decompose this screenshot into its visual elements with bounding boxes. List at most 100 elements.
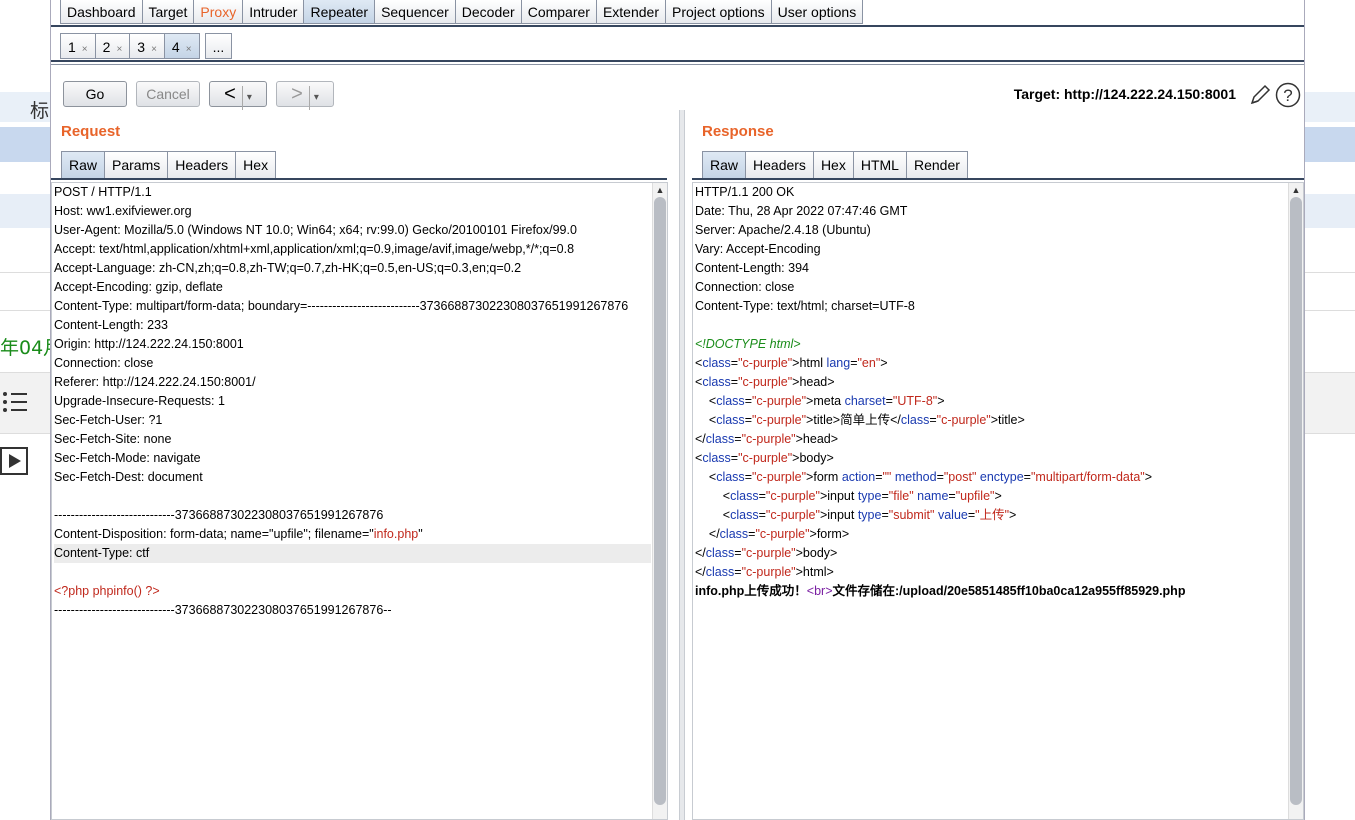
tab-comparer[interactable]: Comparer <box>520 0 597 24</box>
repeater-tab-1[interactable]: 1 × <box>60 33 96 59</box>
repeater-tab-3[interactable]: 3 × <box>129 33 165 59</box>
request-tab-raw[interactable]: Raw <box>61 151 106 179</box>
forward-arrow-icon: > <box>291 83 303 105</box>
request-title: Request <box>61 123 121 140</box>
response-tab-render[interactable]: Render <box>905 151 968 179</box>
request-line <box>54 563 651 582</box>
response-line: <class="c-purple">meta charset="UTF-8"> <box>695 394 945 408</box>
response-tab-html[interactable]: HTML <box>852 151 907 179</box>
response-scrollbar[interactable]: ▲ <box>1288 183 1303 819</box>
response-line: Content-Length: 394 <box>695 261 809 275</box>
request-line: -----------------------------37366887302… <box>54 508 384 522</box>
close-icon[interactable]: × <box>186 44 192 55</box>
more-tabs-button[interactable]: ... <box>204 33 233 59</box>
response-line: <!DOCTYPE html> <box>695 337 801 351</box>
response-tab-raw[interactable]: Raw <box>702 151 747 179</box>
response-editor[interactable]: HTTP/1.1 200 OK Date: Thu, 28 Apr 2022 07… <box>692 182 1304 820</box>
request-tab-headers[interactable]: Headers <box>167 151 237 179</box>
tab-user-options[interactable]: User options <box>770 0 864 24</box>
response-line: HTTP/1.1 200 OK <box>695 185 795 199</box>
pencil-icon[interactable] <box>1248 83 1272 107</box>
tab-project-options[interactable]: Project options <box>665 0 772 24</box>
tab-proxy[interactable]: Proxy <box>193 0 244 24</box>
response-line: <class="c-purple">title>简单上传</class="c-p… <box>695 413 1025 427</box>
response-line: info.php上传成功！<br>文件存储在:/upload/20e585148… <box>695 584 1186 598</box>
tab-dashboard[interactable]: Dashboard <box>60 0 143 24</box>
request-scrollbar[interactable]: ▲ <box>652 183 667 819</box>
forward-button[interactable]: > ▾ <box>276 81 334 110</box>
go-button[interactable]: Go <box>63 81 127 107</box>
forward-dropdown-icon[interactable]: ▾ <box>308 86 319 110</box>
request-line: Accept-Encoding: gzip, deflate <box>54 280 223 294</box>
subtab-bar-divider-2 <box>51 64 1304 65</box>
help-icon[interactable]: ? <box>1275 82 1301 108</box>
response-line: </class="c-purple">head> <box>695 432 839 446</box>
close-icon[interactable]: × <box>82 44 88 55</box>
repeater-tab-label: 3 <box>137 39 146 55</box>
tab-bar-divider <box>51 25 1304 27</box>
repeater-tab-label: 4 <box>171 39 180 55</box>
response-line: <class="c-purple">input type="submit" va… <box>695 508 1017 522</box>
repeater-tab-bar: 1 × 2 × 3 × 4 ×... <box>60 33 233 59</box>
response-line: <class="c-purple">html lang="en"> <box>695 356 888 370</box>
subtab-bar-divider <box>51 60 1304 62</box>
request-line: Origin: http://124.222.24.150:8001 <box>54 337 244 351</box>
request-line: Sec-Fetch-Mode: navigate <box>54 451 201 465</box>
response-line: Connection: close <box>695 280 795 294</box>
request-line: User-Agent: Mozilla/5.0 (Windows NT 10.0… <box>54 223 577 237</box>
request-line: Connection: close <box>54 356 154 370</box>
tab-intruder[interactable]: Intruder <box>242 0 305 24</box>
request-line: <?php phpinfo() ?> <box>54 584 160 598</box>
repeater-tab-label: 1 <box>68 39 76 55</box>
tab-sequencer[interactable]: Sequencer <box>374 0 456 24</box>
response-line: Vary: Accept-Encoding <box>695 242 821 256</box>
response-line <box>695 316 1287 335</box>
response-tab-headers[interactable]: Headers <box>745 151 814 179</box>
split-pane-divider[interactable] <box>679 110 685 820</box>
request-tab-params[interactable]: Params <box>104 151 169 179</box>
svg-text:?: ? <box>1283 86 1292 105</box>
request-line: Content-Disposition: form-data; name="up… <box>54 527 423 541</box>
request-line: Sec-Fetch-User: ?1 <box>54 413 163 427</box>
repeater-tab-4[interactable]: 4 × <box>163 33 200 59</box>
close-icon[interactable]: × <box>151 44 157 55</box>
tab-decoder[interactable]: Decoder <box>454 0 522 24</box>
request-scroll-thumb[interactable] <box>654 197 666 805</box>
response-line: Date: Thu, 28 Apr 2022 07:47:46 GMT <box>695 204 908 218</box>
response-scroll-thumb[interactable] <box>1290 197 1302 805</box>
response-line: </class="c-purple">form> <box>695 527 850 541</box>
tab-target[interactable]: Target <box>141 0 195 24</box>
response-line: <class="c-purple">body> <box>695 451 834 465</box>
main-tab-bar: Dashboard Target Proxy Intruder Repeater Sequ… <box>60 0 864 25</box>
play-icon[interactable] <box>0 447 28 475</box>
tab-extender[interactable]: Extender <box>595 0 666 24</box>
back-button[interactable]: < ▾ <box>209 81 267 110</box>
request-line <box>54 487 651 506</box>
scroll-up-icon[interactable]: ▲ <box>653 183 667 197</box>
request-line: Accept-Language: zh-CN,zh;q=0.8,zh-TW;q=… <box>54 261 522 275</box>
request-tab-hex[interactable]: Hex <box>235 151 277 179</box>
close-icon[interactable]: × <box>116 44 122 55</box>
back-dropdown-icon[interactable]: ▾ <box>241 86 252 110</box>
request-line: Content-Length: 233 <box>54 318 168 332</box>
response-tab-divider <box>692 178 1304 180</box>
response-line: </class="c-purple">body> <box>695 546 838 560</box>
request-line: Content-Type: ctf <box>54 544 651 563</box>
request-line: Sec-Fetch-Dest: document <box>54 470 203 484</box>
repeater-tab-2[interactable]: 2 × <box>94 33 131 59</box>
request-line: Content-Type: multipart/form-data; bound… <box>54 299 629 313</box>
response-line: Server: Apache/2.4.18 (Ubuntu) <box>695 223 871 237</box>
request-line: Host: ww1.exifviewer.org <box>54 204 192 218</box>
scroll-up-icon[interactable]: ▲ <box>1289 183 1303 197</box>
list-icon[interactable] <box>2 390 28 414</box>
tab-repeater[interactable]: Repeater <box>303 0 376 24</box>
bg-heading-glyph: 标 <box>30 100 50 122</box>
response-tab-hex[interactable]: Hex <box>812 151 854 179</box>
target-label[interactable]: Target: http://124.222.24.150:8001 <box>1014 86 1236 102</box>
cancel-button[interactable]: Cancel <box>136 81 200 107</box>
request-line: -----------------------------37366887302… <box>54 603 392 617</box>
request-tab-divider <box>51 178 667 180</box>
request-editor[interactable]: POST / HTTP/1.1 Host: ww1.exifviewer.org U… <box>51 182 668 820</box>
request-line: POST / HTTP/1.1 <box>54 185 152 199</box>
response-line: <class="c-purple">form action="" method=… <box>695 470 1153 484</box>
